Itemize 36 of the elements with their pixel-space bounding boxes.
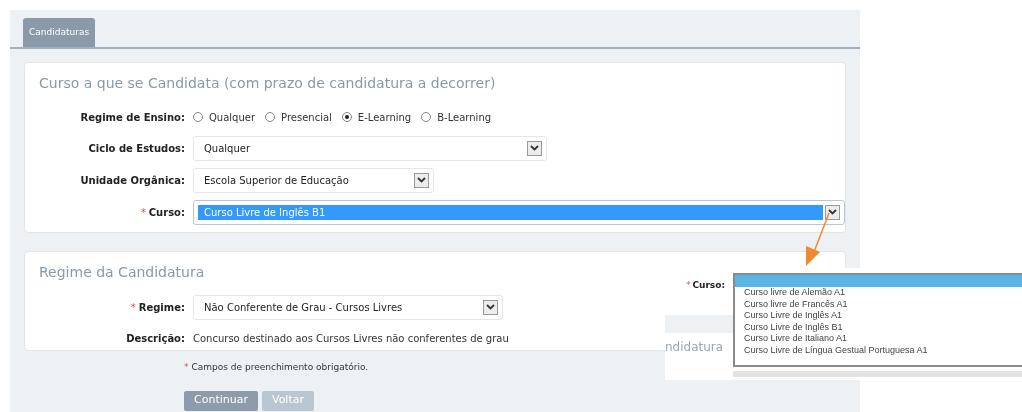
field-label: Descrição:	[126, 331, 185, 346]
dropdown-caret-icon[interactable]	[527, 140, 542, 156]
dropdown-option[interactable]: Curso Livre de Inglês A1	[735, 310, 1022, 322]
field-label: * Curso:	[685, 279, 725, 293]
dropdown-caret-icon[interactable]	[414, 172, 429, 188]
field-label: Regime de Ensino:	[80, 110, 185, 125]
dropdown-option[interactable]: Curso Livre de Inglês B1	[735, 321, 1022, 333]
dropdown-option[interactable]: Curso Livre de Italiano A1	[735, 333, 1022, 345]
radio-button[interactable]	[341, 112, 352, 122]
dropdown-caret-icon[interactable]	[825, 204, 840, 220]
field-label: * Regime:	[130, 300, 185, 315]
section-title-fragment: ndidatura	[665, 339, 724, 356]
select-field[interactable]: Não Conferente de Grau - Cursos Livres	[193, 294, 503, 320]
select-field[interactable]: Escola Superior de Educação	[193, 167, 434, 193]
field-label: Unidade Orgânica:	[80, 173, 185, 188]
radio-option[interactable]: B-Learning	[421, 109, 492, 125]
field-label: * Curso:	[140, 205, 185, 220]
required-fields-note: Campos de preenchimento obrigatório.	[191, 361, 369, 374]
radio-button[interactable]	[265, 112, 276, 122]
radio-option[interactable]: E-Learning	[341, 109, 412, 125]
description-text: Concurso destinado aos Cursos Livres não conferentes de grau	[193, 331, 509, 346]
field-label: Ciclo de Estudos:	[88, 141, 185, 156]
dropdown-option[interactable]: Curso Livre de Língua Gestual Portuguesa A1	[735, 344, 1022, 356]
section-title: Curso a que se Candidata (com prazo de candidatura a decorrer)	[39, 74, 497, 93]
background-strip	[665, 315, 733, 333]
radio-button[interactable]	[193, 112, 203, 122]
section-title: Regime da Candidatura	[39, 263, 206, 282]
radio-option[interactable]: Presencial	[265, 109, 332, 125]
dropdown-caret-icon[interactable]	[483, 299, 498, 315]
dropdown-list[interactable]: Curso livre de Alemão A1 Curso livre de Francês A1 Curso Livre de Inglês A1 Curso Livre de Inglês B1 Curso Livre de Italiano A1 Curso Livre de Língua Gestual Portuguesa A1	[733, 273, 1022, 367]
dropdown-option[interactable]: Curso livre de Francês A1	[735, 298, 1022, 310]
radio-option[interactable]: Qualquer	[193, 109, 256, 125]
select-field[interactable]: Qualquer	[193, 135, 547, 161]
dropdown-option[interactable]: Curso livre de Alemão A1	[735, 287, 1022, 299]
required-mark: *	[184, 361, 189, 374]
radio-button[interactable]	[421, 112, 432, 122]
